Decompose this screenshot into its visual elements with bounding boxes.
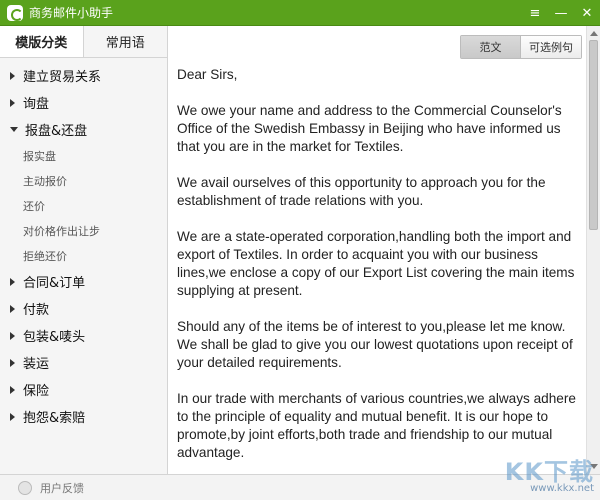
example-sentences-button[interactable]: 可选例句 <box>521 36 581 58</box>
category-tree: 建立贸易关系 询盘 报盘&还盘 报实盘 主动报价 还价 对价格作出让步 拒绝还价… <box>0 58 167 430</box>
sub-item-active-quote[interactable]: 主动报价 <box>0 168 167 193</box>
letter-paragraph: We are a state-operated corporation,hand… <box>177 229 575 298</box>
caret-right-icon <box>10 277 15 286</box>
sidebar-item-label: 包装&唛头 <box>23 330 86 345</box>
tab-template-categories[interactable]: 模版分类 <box>0 26 84 57</box>
caret-right-icon <box>10 412 15 421</box>
sidebar-item-trade-relations[interactable]: 建立贸易关系 <box>0 62 167 89</box>
vertical-scrollbar[interactable] <box>586 26 600 474</box>
sub-item-firm-offer[interactable]: 报实盘 <box>0 143 167 168</box>
window-title: 商务邮件小助手 <box>29 6 114 20</box>
feedback-icon[interactable] <box>18 480 32 495</box>
sub-item-price-concession[interactable]: 对价格作出让步 <box>0 218 167 243</box>
caret-right-icon <box>10 358 15 367</box>
sub-item-counter-price[interactable]: 还价 <box>0 193 167 218</box>
sidebar-item-label: 询盘 <box>23 97 50 112</box>
caret-down-icon <box>10 127 18 132</box>
letter-paragraph: We owe your name and address to the Comm… <box>177 103 562 154</box>
sidebar-item-inquiry[interactable]: 询盘 <box>0 89 167 116</box>
letter-text: Dear Sirs, We owe your name and address … <box>177 66 583 480</box>
sidebar-item-label: 装运 <box>23 357 50 372</box>
sidebar-item-label: 报盘&还盘 <box>25 124 88 139</box>
sidebar-item-shipment[interactable]: 装运 <box>0 349 167 376</box>
content-pane: 范文 可选例句 Dear Sirs, We owe your name and … <box>169 26 600 474</box>
sidebar-item-label: 合同&订单 <box>23 276 86 291</box>
caret-right-icon <box>10 331 15 340</box>
sample-letter-button[interactable]: 范文 <box>461 36 521 58</box>
sub-item-decline-counter[interactable]: 拒绝还价 <box>0 243 167 268</box>
sidebar-item-complaint-claim[interactable]: 抱怨&索赔 <box>0 403 167 430</box>
sidebar-item-insurance[interactable]: 保险 <box>0 376 167 403</box>
sidebar-item-label: 保险 <box>23 384 50 399</box>
scroll-thumb[interactable] <box>589 40 598 230</box>
sidebar-item-label: 抱怨&索赔 <box>23 411 86 426</box>
minimize-icon[interactable]: — <box>548 0 574 26</box>
sidebar-item-label: 建立贸易关系 <box>23 70 102 85</box>
letter-paragraph: Dear Sirs, <box>177 67 238 82</box>
app-logo-icon <box>7 4 23 21</box>
watermark: KK下载 www.kkx.net <box>505 452 594 494</box>
scroll-up-icon[interactable] <box>590 31 598 36</box>
sidebar-item-offer-counteroffer[interactable]: 报盘&还盘 <box>0 116 167 143</box>
letter-paragraph: Should any of the items be of interest t… <box>177 319 573 370</box>
menu-icon[interactable]: ≡ <box>522 0 548 26</box>
caret-right-icon <box>10 71 15 80</box>
letter-paragraph: We avail ourselves of this opportunity t… <box>177 175 546 208</box>
caret-right-icon <box>10 98 15 107</box>
close-icon[interactable]: ✕ <box>574 0 600 26</box>
tab-common-phrases[interactable]: 常用语 <box>84 26 168 57</box>
watermark-logo: KK下载 <box>504 458 594 486</box>
view-toggle: 范文 可选例句 <box>460 35 582 59</box>
sidebar-item-label: 付款 <box>23 303 50 318</box>
sidebar-tabs: 模版分类 常用语 <box>0 26 167 58</box>
sidebar-item-payment[interactable]: 付款 <box>0 295 167 322</box>
sidebar-item-contract-order[interactable]: 合同&订单 <box>0 268 167 295</box>
feedback-link[interactable]: 用户反馈 <box>40 480 84 496</box>
caret-right-icon <box>10 385 15 394</box>
caret-right-icon <box>10 304 15 313</box>
title-bar: 商务邮件小助手 ≡ — ✕ <box>0 0 600 26</box>
sidebar-item-packing-marks[interactable]: 包装&唛头 <box>0 322 167 349</box>
window-controls: ≡ — ✕ <box>522 0 600 26</box>
sidebar: 模版分类 常用语 建立贸易关系 询盘 报盘&还盘 报实盘 主动报价 还价 对价格… <box>0 26 168 474</box>
